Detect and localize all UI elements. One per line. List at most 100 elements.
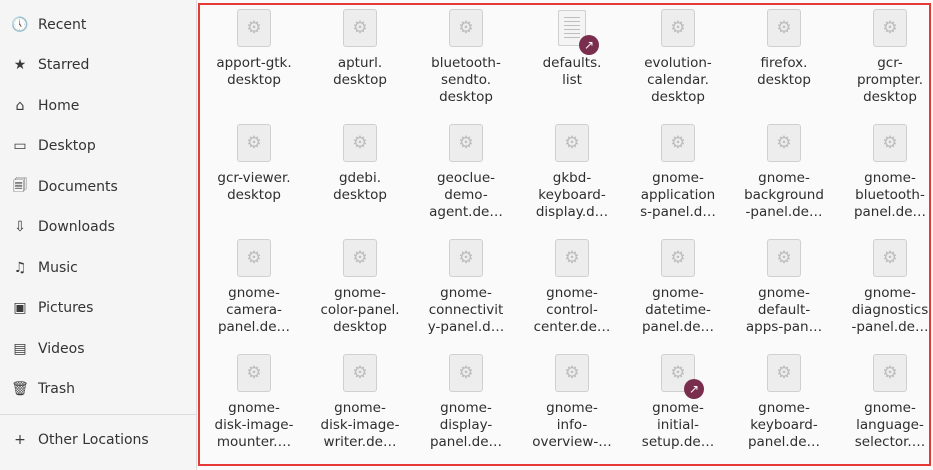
- sidebar-item-home[interactable]: ⌂ Home: [0, 87, 196, 125]
- file-name: gnome- disk-image- writer.de…: [320, 400, 400, 450]
- picture-icon: ▣: [13, 300, 27, 316]
- gear-icon: ⚙: [882, 132, 898, 153]
- sidebar-item-label: Recent: [38, 17, 87, 33]
- file-item[interactable]: ⚙ gnome- keyboard- panel.de…: [732, 354, 836, 451]
- file-name: gnome- display- panel.de…: [429, 400, 503, 450]
- file-item[interactable]: ⚙ gnome- language- selector.…: [838, 354, 929, 451]
- file-name: gkbd- keyboard- display.d…: [535, 170, 609, 220]
- file-item[interactable]: ⚙ firefox. desktop: [732, 9, 836, 89]
- gear-icon: ⚙: [670, 362, 686, 383]
- file-item[interactable]: ⚙ geoclue- demo- agent.de…: [414, 124, 518, 221]
- file-item[interactable]: ⚙ apport-gtk. desktop: [202, 9, 306, 89]
- file-item[interactable]: ⚙ gnome- diagnostics -panel.de…: [838, 239, 929, 336]
- desktop-file-icon: ⚙: [237, 354, 271, 392]
- file-item[interactable]: ↗ defaults. list: [520, 9, 624, 89]
- file-name: gcr- prompter. desktop: [856, 55, 923, 105]
- file-name: gnome- connectivit y-panel.d…: [427, 285, 505, 335]
- file-name: gnome- datetime- panel.de…: [641, 285, 715, 335]
- gear-icon: ⚙: [670, 132, 686, 153]
- document-icon: 🗐: [13, 178, 27, 194]
- gear-icon: ⚙: [352, 132, 368, 153]
- file-name: defaults. list: [542, 55, 602, 88]
- file-item[interactable]: ⚙ gdebi. desktop: [308, 124, 412, 204]
- desktop-file-icon: ⚙: [661, 9, 695, 47]
- symlink-badge-icon: ↗: [579, 35, 599, 55]
- file-name: gnome- language- selector.…: [854, 400, 926, 450]
- file-name: gnome- disk-image- mounter.…: [214, 400, 294, 450]
- file-name: gnome- camera- panel.de…: [217, 285, 291, 335]
- file-item[interactable]: ⚙ gnome- background -panel.de…: [732, 124, 836, 221]
- desktop-file-icon: ⚙: [661, 124, 695, 162]
- desktop-file-icon: ⚙: [343, 9, 377, 47]
- sidebar-item-documents[interactable]: 🗐 Documents: [0, 168, 196, 206]
- sidebar-item-label: Desktop: [38, 138, 96, 154]
- gear-icon: ⚙: [776, 362, 792, 383]
- clock-icon: 🕔: [11, 17, 29, 33]
- sidebar-item-pictures[interactable]: ▣ Pictures: [0, 289, 196, 327]
- sidebar-item-label: Downloads: [38, 219, 115, 235]
- desktop-file-icon: ⚙: [767, 9, 801, 47]
- file-item[interactable]: ⚙ ↗ gnome- initial- setup.de…: [626, 354, 730, 451]
- gear-icon: ⚙: [776, 247, 792, 268]
- download-icon: ⇩: [14, 219, 26, 235]
- file-name: gnome- initial- setup.de…: [641, 400, 715, 450]
- sidebar-item-other-locations[interactable]: + Other Locations: [0, 421, 196, 459]
- gear-icon: ⚙: [246, 132, 262, 153]
- file-item[interactable]: ⚙ gnome- info- overview-…: [520, 354, 624, 451]
- desktop-file-icon: ⚙: [555, 124, 589, 162]
- gear-icon: ⚙: [246, 247, 262, 268]
- file-item[interactable]: ⚙ gnome- connectivit y-panel.d…: [414, 239, 518, 336]
- sidebar-item-desktop[interactable]: ▭ Desktop: [0, 127, 196, 165]
- desktop-file-icon: ⚙: [449, 354, 483, 392]
- file-name: gnome- default- apps-pan…: [745, 285, 823, 335]
- desktop-file-icon: ⚙: [449, 239, 483, 277]
- file-item[interactable]: ⚙ gkbd- keyboard- display.d…: [520, 124, 624, 221]
- file-name: gnome- color-panel. desktop: [320, 285, 400, 335]
- desktop-icon: ▭: [13, 138, 27, 154]
- symlink-badge-icon: ↗: [684, 379, 704, 399]
- gear-icon: ⚙: [776, 132, 792, 153]
- file-item[interactable]: ⚙ gnome- datetime- panel.de…: [626, 239, 730, 336]
- file-item[interactable]: ⚙ gnome- disk-image- mounter.…: [202, 354, 306, 451]
- file-item[interactable]: ⚙ apturl. desktop: [308, 9, 412, 89]
- sidebar-item-downloads[interactable]: ⇩ Downloads: [0, 208, 196, 246]
- file-item[interactable]: ⚙ gnome- camera- panel.de…: [202, 239, 306, 336]
- desktop-file-icon: ⚙: [555, 354, 589, 392]
- gear-icon: ⚙: [458, 132, 474, 153]
- file-name: gnome- keyboard- panel.de…: [747, 400, 821, 450]
- gear-icon: ⚙: [564, 362, 580, 383]
- file-item[interactable]: ⚙ gnome- default- apps-pan…: [732, 239, 836, 336]
- file-name: apport-gtk. desktop: [216, 55, 292, 88]
- file-item[interactable]: ⚙ bluetooth- sendto. desktop: [414, 9, 518, 106]
- sidebar-item-trash[interactable]: 🗑 Trash: [0, 370, 196, 408]
- file-item[interactable]: ⚙ gnome- control- center.de…: [520, 239, 624, 336]
- file-item[interactable]: ⚙ gnome- color-panel. desktop: [308, 239, 412, 336]
- sidebar-item-music[interactable]: ♫ Music: [0, 249, 196, 287]
- gear-icon: ⚙: [670, 17, 686, 38]
- desktop-file-icon: ⚙: [873, 354, 907, 392]
- sidebar-item-recent[interactable]: 🕔 Recent: [0, 6, 196, 44]
- file-name: gnome- control- center.de…: [533, 285, 611, 335]
- file-item[interactable]: ⚙ gnome- bluetooth- panel.de…: [838, 124, 929, 221]
- file-item[interactable]: ⚙ gcr- prompter. desktop: [838, 9, 929, 106]
- file-name: gnome- diagnostics -panel.de…: [851, 285, 929, 335]
- file-manager-window: 🕔 Recent ★ Starred ⌂ Home ▭ Desktop 🗐 Documents ⇩ D…: [0, 0, 933, 470]
- desktop-file-icon: ⚙: [767, 354, 801, 392]
- file-item[interactable]: ⚙ gnome- display- panel.de…: [414, 354, 518, 451]
- gear-icon: ⚙: [776, 17, 792, 38]
- desktop-file-icon: ⚙: [449, 9, 483, 47]
- file-name: gnome- bluetooth- panel.de…: [853, 170, 927, 220]
- file-item[interactable]: ⚙ gnome- application s-panel.d…: [626, 124, 730, 221]
- sidebar-item-label: Pictures: [38, 300, 94, 316]
- sidebar-item-label: Other Locations: [38, 432, 149, 448]
- file-name: gnome- info- overview-…: [532, 400, 612, 450]
- file-item[interactable]: ⚙ gcr-viewer. desktop: [202, 124, 306, 204]
- file-item[interactable]: ⚙ gnome- disk-image- writer.de…: [308, 354, 412, 451]
- desktop-file-icon: ⚙: [661, 239, 695, 277]
- file-item[interactable]: ⚙ evolution- calendar. desktop: [626, 9, 730, 106]
- sidebar-item-videos[interactable]: ▤ Videos: [0, 330, 196, 368]
- trash-icon: 🗑: [11, 381, 29, 397]
- sidebar-item-starred[interactable]: ★ Starred: [0, 46, 196, 84]
- file-grid[interactable]: ⚙ apport-gtk. desktop ⚙ apturl. desktop ⚙ blu…: [198, 3, 931, 466]
- gear-icon: ⚙: [458, 17, 474, 38]
